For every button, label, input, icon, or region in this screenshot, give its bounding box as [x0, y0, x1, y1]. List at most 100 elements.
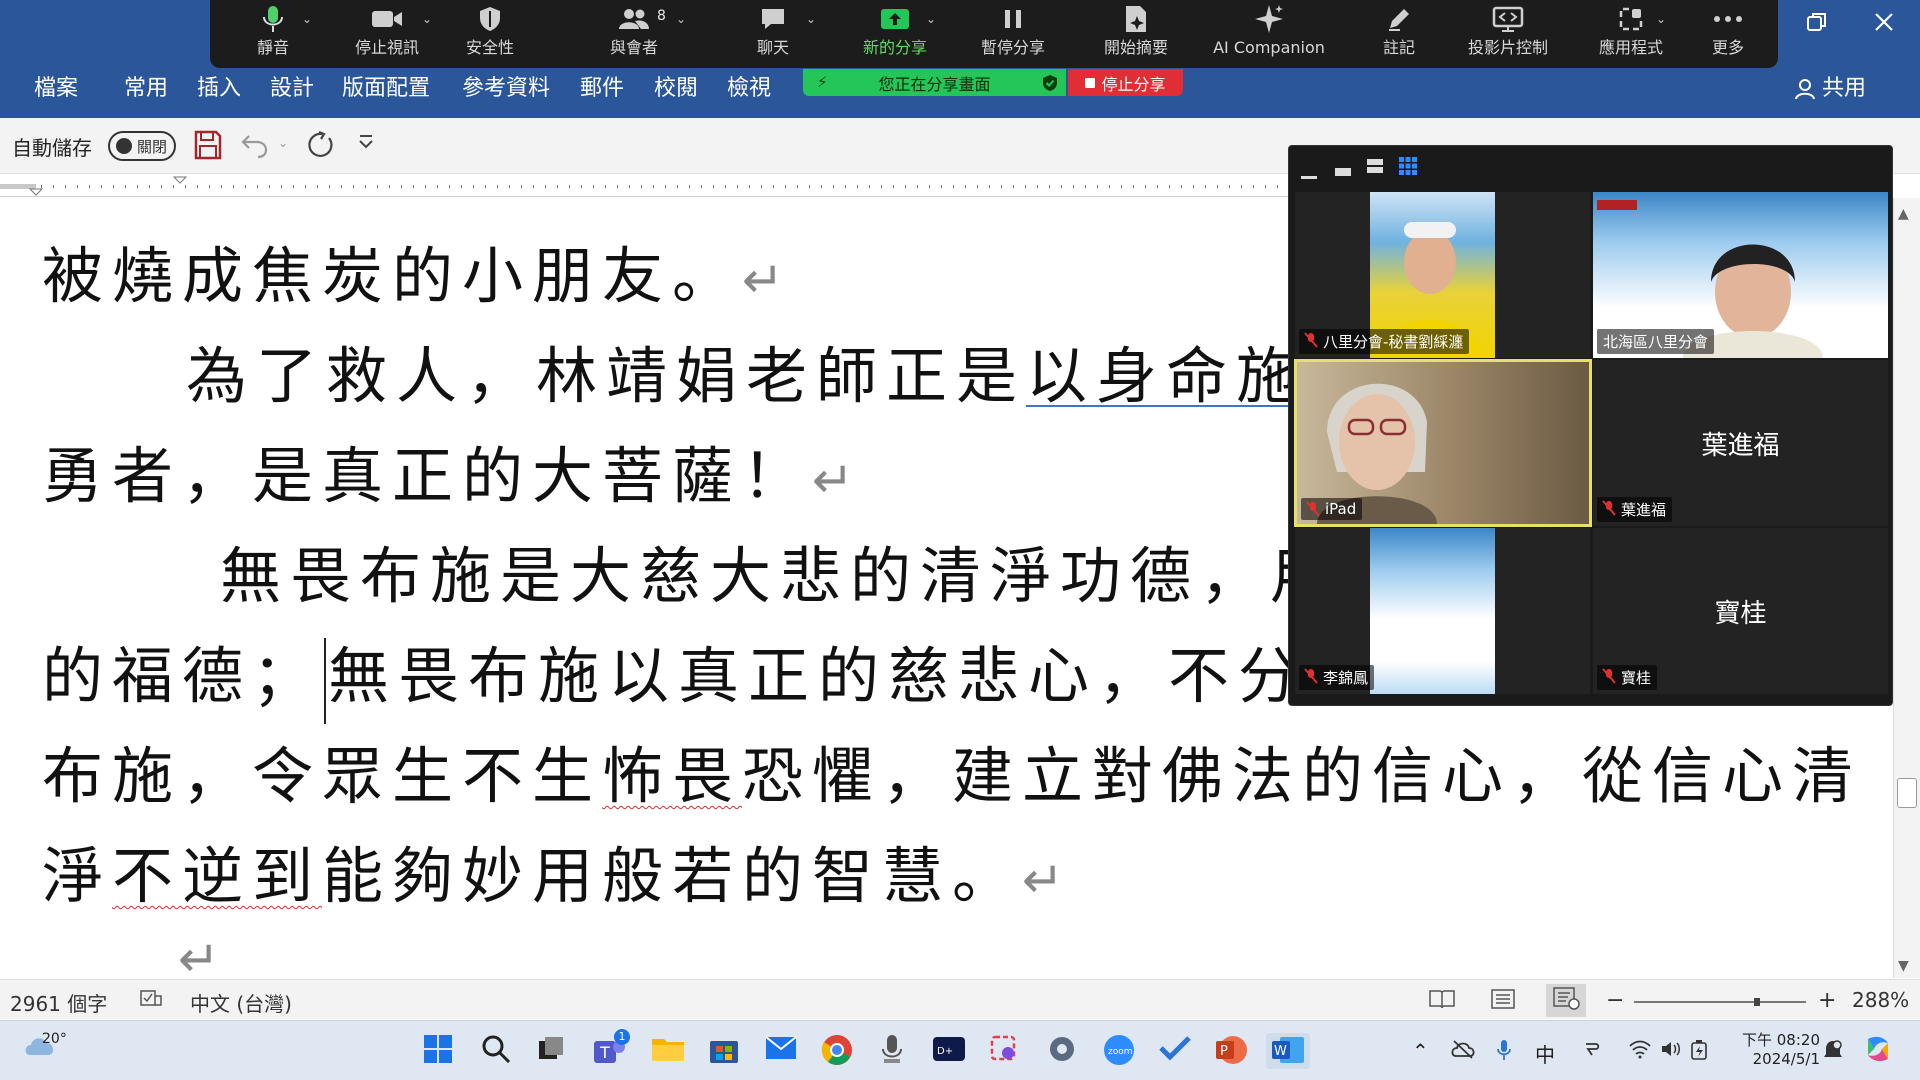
status-bar: 2961 個字 中文 (台灣) − + 288%: [0, 979, 1920, 1019]
undo-dropdown-icon[interactable]: ⌄: [278, 136, 288, 150]
new-share-button[interactable]: 新的分享: [848, 0, 942, 68]
tab-file[interactable]: 檔案: [34, 72, 78, 106]
annotate-button[interactable]: 註記: [1364, 0, 1434, 68]
redo-icon[interactable]: [305, 130, 335, 164]
wifi-icon[interactable]: [1628, 1039, 1652, 1064]
powerpoint-icon[interactable]: P: [1214, 1033, 1250, 1069]
apps-options-caret-icon[interactable]: ⌄: [1656, 12, 1666, 26]
apps-button[interactable]: 應用程式: [1586, 0, 1676, 68]
minimize-gallery-icon[interactable]: [1301, 166, 1317, 185]
tab-home[interactable]: 常用: [124, 72, 168, 106]
mute-options-caret-icon[interactable]: ⌄: [302, 12, 312, 26]
ime-options-icon[interactable]: [1582, 1039, 1602, 1064]
participant-tile[interactable]: 李錦鳳: [1295, 528, 1590, 694]
word-count[interactable]: 2961 個字: [10, 988, 107, 1017]
strip-view-icon[interactable]: [1367, 158, 1383, 178]
share-options-caret-icon[interactable]: ⌄: [926, 12, 936, 26]
todo-check-icon[interactable]: [1158, 1033, 1194, 1069]
battery-charging-icon[interactable]: [1690, 1039, 1710, 1066]
web-layout-icon[interactable]: [1546, 984, 1586, 1017]
participant-tile[interactable]: 葉進福 葉進福: [1593, 360, 1888, 526]
security-button[interactable]: 安全性: [450, 0, 530, 68]
language-indicator[interactable]: 中文 (台灣): [190, 988, 292, 1017]
participants-options-caret-icon[interactable]: ⌄: [676, 12, 686, 26]
focus-assist-icon[interactable]: [1822, 1039, 1844, 1066]
zoom-level[interactable]: 288%: [1852, 988, 1909, 1012]
undo-icon[interactable]: [240, 130, 270, 164]
customize-toolbar-icon[interactable]: [358, 132, 374, 156]
task-view-icon[interactable]: [535, 1033, 571, 1069]
tab-review[interactable]: 校閱: [654, 72, 698, 106]
pause-share-button[interactable]: 暫停分享: [968, 0, 1058, 68]
ai-companion-button[interactable]: AI Companion: [1194, 0, 1344, 68]
toggle-knob: [116, 138, 132, 154]
word-icon[interactable]: W: [1266, 1033, 1310, 1069]
zoom-slider[interactable]: [1634, 998, 1806, 1006]
participant-tile[interactable]: 寶桂 寶桂: [1593, 528, 1888, 694]
vertical-scrollbar[interactable]: ▲ ▼: [1893, 198, 1920, 978]
chat-button[interactable]: 聊天: [736, 0, 810, 68]
paragraph-mark-icon: ↵: [178, 930, 220, 978]
share-button[interactable]: 共用: [1794, 72, 1866, 106]
pause-share-label: 暫停分享: [980, 38, 1045, 57]
teams-icon[interactable]: T 1: [592, 1029, 630, 1069]
disney-plus-icon[interactable]: D+: [932, 1033, 968, 1069]
start-icon[interactable]: [422, 1033, 458, 1069]
tab-mailings[interactable]: 郵件: [580, 72, 624, 106]
participant-tile-active-speaker[interactable]: iPad: [1294, 359, 1592, 527]
tab-insert[interactable]: 插入: [197, 72, 241, 106]
more-button[interactable]: 更多: [1698, 0, 1758, 68]
participant-tile[interactable]: 八里分會-秘書劉綵瀍: [1295, 192, 1590, 358]
print-layout-icon[interactable]: [1490, 988, 1516, 1015]
single-speaker-view-icon[interactable]: [1335, 162, 1351, 181]
close-window-icon[interactable]: [1872, 10, 1896, 41]
zoom-in-button[interactable]: +: [1818, 988, 1836, 1013]
zoom-app-icon[interactable]: zoom: [1102, 1033, 1138, 1069]
save-icon[interactable]: [194, 130, 222, 164]
gallery-grid-view-icon[interactable]: [1399, 157, 1417, 179]
onedrive-offline-icon[interactable]: [1450, 1039, 1476, 1064]
voice-recorder-icon[interactable]: [876, 1033, 912, 1069]
snipping-tool-icon[interactable]: [988, 1033, 1024, 1069]
microsoft-store-icon[interactable]: [708, 1033, 744, 1069]
copilot-icon[interactable]: [1862, 1033, 1894, 1070]
tab-design[interactable]: 設計: [270, 72, 314, 106]
horizontal-ruler[interactable]: [0, 175, 1290, 197]
line-2a-text: 為了救人，林靖娟老師正是: [186, 341, 1027, 412]
ime-mode-indicator[interactable]: 中: [1535, 1039, 1555, 1068]
stop-share-button[interactable]: 停止分享: [1068, 69, 1183, 96]
scroll-thumb[interactable]: [1897, 778, 1917, 808]
security-label: 安全性: [465, 38, 514, 57]
system-clock[interactable]: 下午 08:20 2024/5/1: [1742, 1031, 1820, 1069]
mute-button[interactable]: 靜音: [236, 0, 310, 68]
chat-options-caret-icon[interactable]: ⌄: [806, 12, 816, 26]
mail-icon[interactable]: [764, 1033, 800, 1069]
paragraph-mark-icon: ↵: [742, 251, 784, 309]
restore-window-icon[interactable]: [1805, 10, 1829, 41]
participant-tile[interactable]: 北海區八里分會: [1593, 192, 1888, 358]
settings-gear-icon[interactable]: [1046, 1033, 1082, 1069]
proofing-icon[interactable]: [140, 988, 162, 1013]
scroll-up-icon[interactable]: ▲: [1898, 206, 1909, 222]
file-explorer-icon[interactable]: [650, 1033, 686, 1069]
autosave-toggle[interactable]: 關閉: [108, 131, 176, 161]
line-6b-spellcheck-text: 怖畏: [602, 741, 743, 812]
chrome-icon[interactable]: [820, 1033, 856, 1069]
tab-layout[interactable]: 版面配置: [342, 72, 430, 106]
participants-button[interactable]: 8 與會者: [588, 0, 680, 68]
zoom-out-button[interactable]: −: [1606, 988, 1624, 1013]
volume-icon[interactable]: [1660, 1039, 1682, 1064]
tray-overflow-chevron-icon[interactable]: ⌃: [1412, 1039, 1429, 1063]
more-label: 更多: [1711, 38, 1744, 57]
stop-video-button[interactable]: 停止視訊: [342, 0, 432, 68]
slide-control-button[interactable]: 投影片控制: [1448, 0, 1568, 68]
search-icon[interactable]: [480, 1033, 516, 1069]
tab-view[interactable]: 檢視: [727, 72, 771, 106]
read-mode-icon[interactable]: [1428, 988, 1456, 1015]
weather-widget[interactable]: 20°: [22, 1029, 82, 1065]
start-summary-button[interactable]: 開始摘要: [1088, 0, 1184, 68]
tab-references[interactable]: 參考資料: [462, 72, 550, 106]
scroll-down-icon[interactable]: ▼: [1898, 958, 1909, 974]
video-options-caret-icon[interactable]: ⌄: [422, 12, 432, 26]
microphone-in-use-icon[interactable]: [1496, 1039, 1512, 1066]
